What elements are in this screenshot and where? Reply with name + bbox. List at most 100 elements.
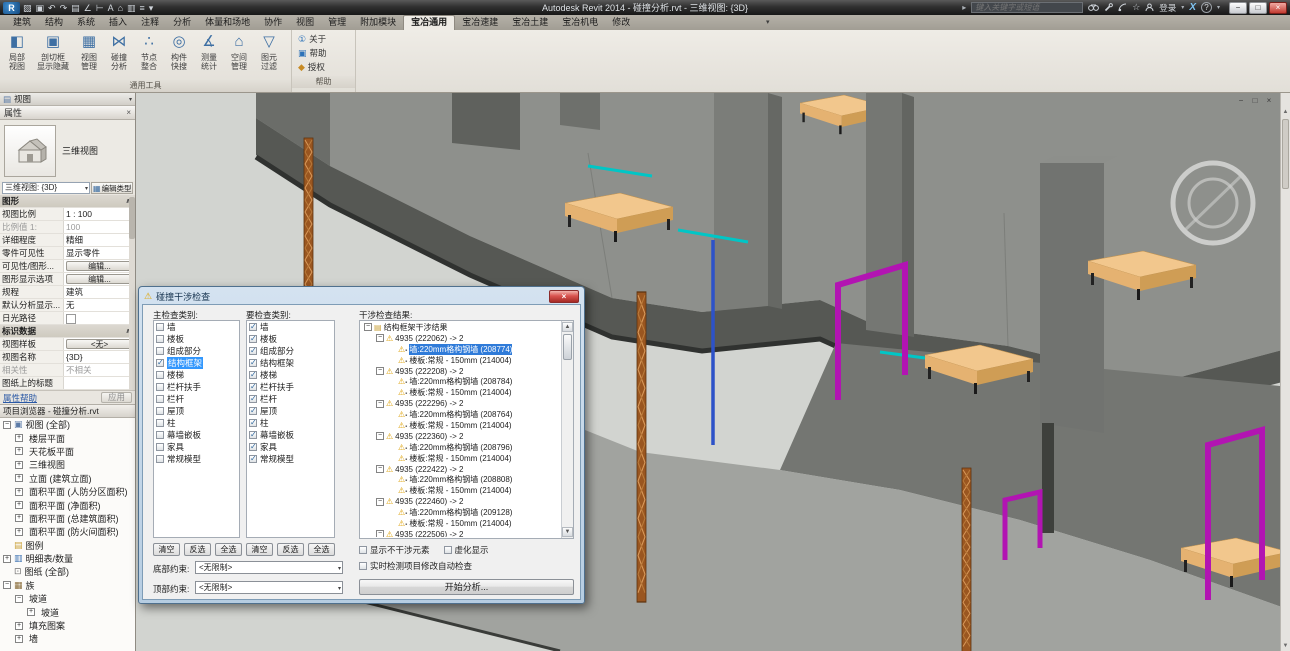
category-row[interactable]: 楼梯	[154, 369, 239, 381]
list-button[interactable]: 反选	[277, 543, 304, 556]
scroll-up-icon[interactable]: ▲	[1281, 109, 1290, 115]
expander-icon[interactable]	[388, 345, 396, 353]
list-button[interactable]: 清空	[153, 543, 180, 556]
view-restore-icon[interactable]: □	[1250, 96, 1260, 105]
result-tree-row[interactable]: 墙:220mm格构钢墙 (208808)	[361, 474, 560, 485]
expander-icon[interactable]: −	[376, 530, 384, 537]
browser-tree-item[interactable]: ▤ 图例	[0, 539, 135, 552]
browser-tree-item[interactable]: + 天花板平面	[0, 445, 135, 458]
expander-icon[interactable]: +	[15, 434, 23, 442]
ribbon-button[interactable]: ⌂ 空间 管理	[224, 31, 254, 71]
expander-icon[interactable]: +	[15, 474, 23, 482]
category-row[interactable]: 结构框架	[247, 357, 334, 369]
expander-icon[interactable]	[388, 421, 396, 429]
property-row[interactable]: 规程 建筑	[0, 286, 135, 299]
communication-center-icon[interactable]	[1118, 3, 1127, 12]
ribbon-tab[interactable]: 附加模块	[353, 15, 403, 30]
category-row[interactable]: 楼梯	[247, 369, 334, 381]
properties-help-link[interactable]: 属性帮助	[3, 392, 37, 404]
apply-button[interactable]: 应用	[101, 392, 132, 403]
browser-tree-item[interactable]: + 三维视图	[0, 458, 135, 471]
search-input[interactable]	[971, 2, 1083, 13]
result-tree-row[interactable]: − 4935 (222296) -> 2	[361, 398, 560, 409]
category-row[interactable]: 屋顶	[247, 405, 334, 417]
edit-type-button[interactable]: ▦ 编辑类型	[91, 182, 133, 194]
ribbon-tab[interactable]: 宝冶机电	[555, 15, 605, 30]
result-tree-row[interactable]: − 4935 (222422) -> 2	[361, 464, 560, 475]
scroll-down-icon[interactable]: ▼	[562, 527, 573, 537]
ghost-display-option[interactable]: 虚化显示	[444, 544, 489, 556]
property-row[interactable]: 标识数据	[0, 325, 135, 338]
scroll-up-icon[interactable]: ▲	[562, 322, 573, 332]
favorites-star-icon[interactable]: ☆	[1132, 2, 1140, 13]
property-row[interactable]: 详细程度 精细	[0, 234, 135, 247]
ribbon-tab[interactable]: 修改	[605, 15, 637, 30]
category-row[interactable]: 家具	[154, 441, 239, 453]
palette-close-icon[interactable]: ×	[126, 108, 131, 117]
expander-icon[interactable]: −	[376, 367, 384, 375]
result-tree-row[interactable]: − 4935 (222208) -> 2	[361, 366, 560, 377]
result-tree-row[interactable]: − 4935 (222360) -> 2	[361, 431, 560, 442]
expander-icon[interactable]	[388, 443, 396, 451]
checkbox[interactable]	[156, 359, 164, 367]
panel-label[interactable]: 通用工具	[0, 80, 291, 92]
expander-icon[interactable]: +	[27, 608, 35, 616]
result-tree-row[interactable]: − 4935 (222460) -> 2	[361, 496, 560, 507]
view-close-icon[interactable]: ×	[1264, 96, 1274, 105]
help-caret-icon[interactable]: ▾	[1217, 4, 1220, 11]
result-tree-row[interactable]: 楼板:常规 - 150mm (214004)	[361, 387, 560, 398]
list-button[interactable]: 全选	[308, 543, 335, 556]
qat-icon[interactable]: ≡	[140, 2, 145, 14]
list-button[interactable]: 全选	[215, 543, 242, 556]
property-row[interactable]: 可见性/图形... 编辑...	[0, 260, 135, 273]
checkbox[interactable]	[359, 562, 367, 570]
browser-tree-item[interactable]: + 楼层平面	[0, 431, 135, 444]
expander-icon[interactable]: +	[15, 528, 23, 536]
ribbon-tab[interactable]: 系统	[70, 15, 102, 30]
qat-icon[interactable]: ∠	[84, 2, 92, 14]
expander-icon[interactable]: −	[376, 334, 384, 342]
property-row[interactable]: 视图样板 <无>	[0, 338, 135, 351]
ribbon-tab[interactable]: 建筑	[6, 15, 38, 30]
list-button[interactable]: 反选	[184, 543, 211, 556]
property-row[interactable]: 图纸上的标题	[0, 377, 135, 390]
expander-icon[interactable]: −	[376, 400, 384, 408]
checkbox[interactable]	[249, 383, 257, 391]
browser-tree-item[interactable]: + 面积平面 (防火间面积)	[0, 525, 135, 538]
view-minimize-icon[interactable]: −	[1236, 96, 1246, 105]
result-tree-row[interactable]: 楼板:常规 - 150mm (214004)	[361, 420, 560, 431]
expander-icon[interactable]	[388, 356, 396, 364]
revit-logo-icon[interactable]: R	[3, 2, 20, 14]
result-tree-row[interactable]: 楼板:常规 - 150mm (214004)	[361, 453, 560, 464]
signin-label[interactable]: 登录	[1159, 2, 1176, 14]
expander-icon[interactable]	[388, 454, 396, 462]
expander-icon[interactable]	[388, 411, 396, 419]
result-tree-row[interactable]: 墙:220mm格构钢墙 (208784)	[361, 376, 560, 387]
result-tree-row[interactable]: 墙:220mm格构钢墙 (208796)	[361, 442, 560, 453]
ribbon-button[interactable]: ◎ 构件 快搜	[164, 31, 194, 71]
result-tree-row[interactable]: − 4935 (222506) -> 2	[361, 529, 560, 537]
dialog-title-bar[interactable]: ⚠ 碰撞干涉检查 ×	[142, 288, 581, 304]
scrollbar-thumb[interactable]	[563, 334, 572, 360]
start-analysis-button[interactable]: 开始分析...	[359, 579, 574, 595]
category-row[interactable]: 墙	[247, 321, 334, 333]
property-row[interactable]: 图形显示选项 编辑...	[0, 273, 135, 286]
browser-tree-item[interactable]: + 填充图案	[0, 619, 135, 632]
ribbon-overflow-caret-icon[interactable]: ▾	[766, 15, 770, 30]
bottom-constraint-combo[interactable]: <无限制>	[195, 561, 343, 574]
expander-icon[interactable]: +	[15, 622, 23, 630]
category-row[interactable]: 结构框架	[154, 357, 239, 369]
exchange-apps-icon[interactable]: X	[1189, 2, 1196, 13]
checkbox[interactable]	[249, 455, 257, 463]
close-button[interactable]: ×	[1269, 2, 1287, 14]
property-row[interactable]: 比例值 1: 100	[0, 221, 135, 234]
signin-person-icon[interactable]	[1145, 3, 1154, 12]
instance-combo[interactable]: 三维视图: {3D}	[2, 182, 90, 194]
checkbox[interactable]	[249, 431, 257, 439]
expander-icon[interactable]	[388, 519, 396, 527]
qat-icon[interactable]: ⌂	[118, 2, 123, 14]
qat-icon[interactable]: ▣	[36, 2, 45, 14]
expander-icon[interactable]: +	[15, 501, 23, 509]
ribbon-help-item[interactable]: ▣ 帮助	[298, 47, 349, 59]
property-row[interactable]: 图形	[0, 195, 135, 208]
